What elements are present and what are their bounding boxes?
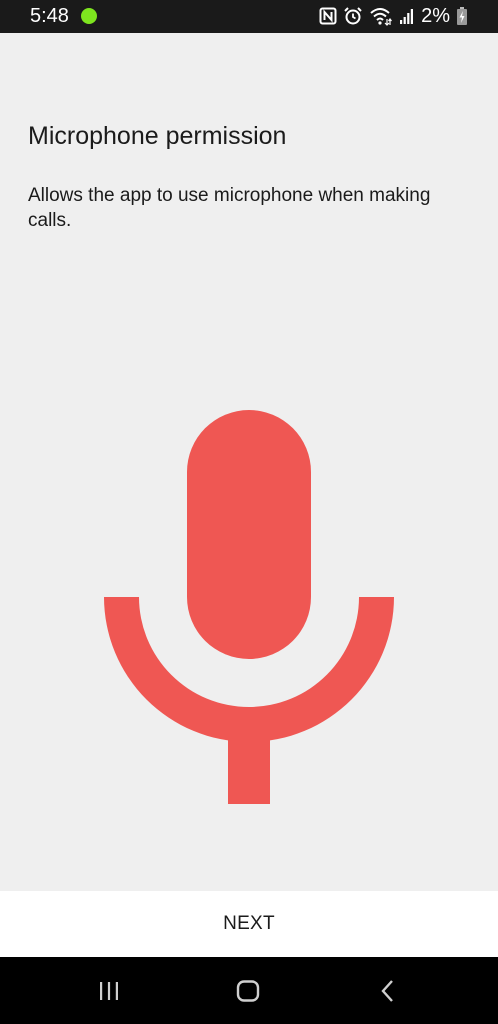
wifi-icon [370,8,393,26]
status-icons: 2% [319,5,468,27]
microphone-stem [228,730,270,804]
microphone-capsule [187,410,311,659]
status-bar: 5:48 2% [0,0,498,33]
home-icon [236,980,260,1002]
notification-dot-icon [81,8,97,24]
page-title: Microphone permission [28,122,287,150]
recent-apps-button[interactable] [89,973,129,1009]
alarm-icon [344,7,362,25]
battery-percent: 2% [421,5,450,27]
status-time: 5:48 [30,5,69,27]
permission-screen: Microphone permission Allows the app to … [0,33,498,891]
next-button[interactable]: NEXT [0,891,498,957]
nfc-icon [319,7,337,25]
back-button[interactable] [368,973,408,1009]
home-button[interactable] [228,973,268,1009]
battery-charging-icon [457,7,467,25]
back-icon [381,980,393,1002]
signal-icon [400,9,414,24]
bottom-action-bar: NEXT [0,891,498,957]
recent-apps-icon [100,982,118,1000]
permission-description: Allows the app to use microphone when ma… [28,185,431,231]
system-navigation-bar [0,957,498,1024]
microphone-icon [104,410,394,804]
